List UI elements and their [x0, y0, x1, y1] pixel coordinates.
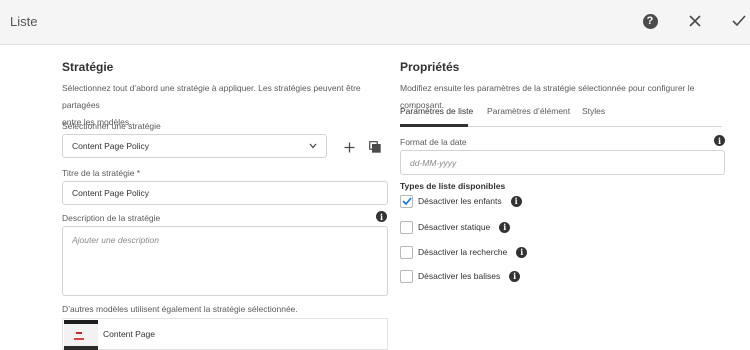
strategy-description-label: Description de la stratégie	[62, 213, 161, 223]
strategy-description-line-1: Sélectionnez tout d’abord une stratégie …	[62, 83, 361, 110]
checkbox-disable-static[interactable]	[400, 220, 413, 234]
tab-item-settings[interactable]: Paramètres d’élément	[487, 106, 570, 116]
info-icon: i	[516, 246, 528, 258]
date-format-field[interactable]: dd-MM-yyyy	[400, 150, 725, 175]
strategy-select-value: Content Page Policy	[72, 141, 150, 151]
checkbox-label: Désactiver statique	[418, 222, 491, 232]
info-icon: i	[376, 211, 387, 222]
checkbox-label: Désactiver les balises	[418, 271, 501, 281]
dialog-title: Liste	[10, 14, 38, 29]
checkbox-disable-search[interactable]	[400, 245, 413, 259]
info-icon: i	[509, 270, 521, 282]
strategy-title-label: Titre de la stratégie *	[62, 168, 141, 178]
checkbox-label: Désactiver la recherche	[418, 247, 508, 257]
template-name: Content Page	[103, 329, 155, 339]
checkmark-icon	[401, 197, 412, 205]
checkbox-disable-children[interactable]	[400, 194, 413, 208]
help-icon: ?	[642, 13, 658, 29]
strategy-title-field[interactable]: Content Page Policy	[62, 181, 388, 205]
option-disable-static: Désactiver statique i	[400, 220, 511, 234]
strategy-description-field[interactable]: Ajouter une description	[62, 226, 388, 296]
tab-list-settings[interactable]: Paramètres de liste	[400, 106, 473, 116]
date-format-label: Format de la date	[400, 137, 467, 147]
strategy-description-placeholder: Ajouter une description	[72, 235, 159, 245]
checkbox-label: Désactiver les enfants	[418, 196, 502, 206]
help-button[interactable]: ?	[641, 12, 659, 30]
template-thumbnail	[64, 320, 98, 350]
option-disable-children: Désactiver les enfants i	[400, 194, 522, 208]
shared-templates-label: D’autres modèles utilisent également la …	[62, 304, 298, 314]
plus-icon	[344, 142, 354, 152]
list-types-heading: Types de liste disponibles	[400, 181, 506, 191]
option-disable-tags: Désactiver les balises i	[400, 269, 521, 283]
close-icon	[689, 15, 701, 27]
add-strategy-button[interactable]	[342, 140, 356, 154]
properties-tabs: Paramètres de liste Paramètres d’élément…	[400, 100, 722, 127]
properties-heading: Propriétés	[400, 60, 460, 74]
info-icon: i	[714, 135, 725, 146]
chevron-down-icon	[309, 143, 317, 149]
select-strategy-label: Sélectionner une stratégie	[62, 121, 161, 131]
checkbox-disable-tags[interactable]	[400, 269, 413, 283]
duplicate-strategy-button[interactable]	[368, 140, 382, 154]
done-button[interactable]	[730, 12, 748, 30]
strategy-heading: Stratégie	[62, 60, 114, 74]
close-button[interactable]	[686, 12, 704, 30]
copy-icon	[369, 141, 381, 153]
shared-template-item: Content Page	[62, 318, 388, 350]
active-tab-indicator	[400, 124, 468, 127]
info-icon: i	[510, 195, 522, 207]
checkmark-icon	[732, 15, 746, 27]
option-disable-search: Désactiver la recherche i	[400, 245, 528, 259]
strategy-title-value: Content Page Policy	[72, 188, 150, 198]
dialog-header: Liste ?	[0, 0, 750, 45]
info-icon: i	[499, 221, 511, 233]
strategy-select[interactable]: Content Page Policy	[62, 134, 327, 158]
date-format-placeholder: dd-MM-yyyy	[410, 157, 457, 168]
tab-styles[interactable]: Styles	[582, 106, 605, 116]
